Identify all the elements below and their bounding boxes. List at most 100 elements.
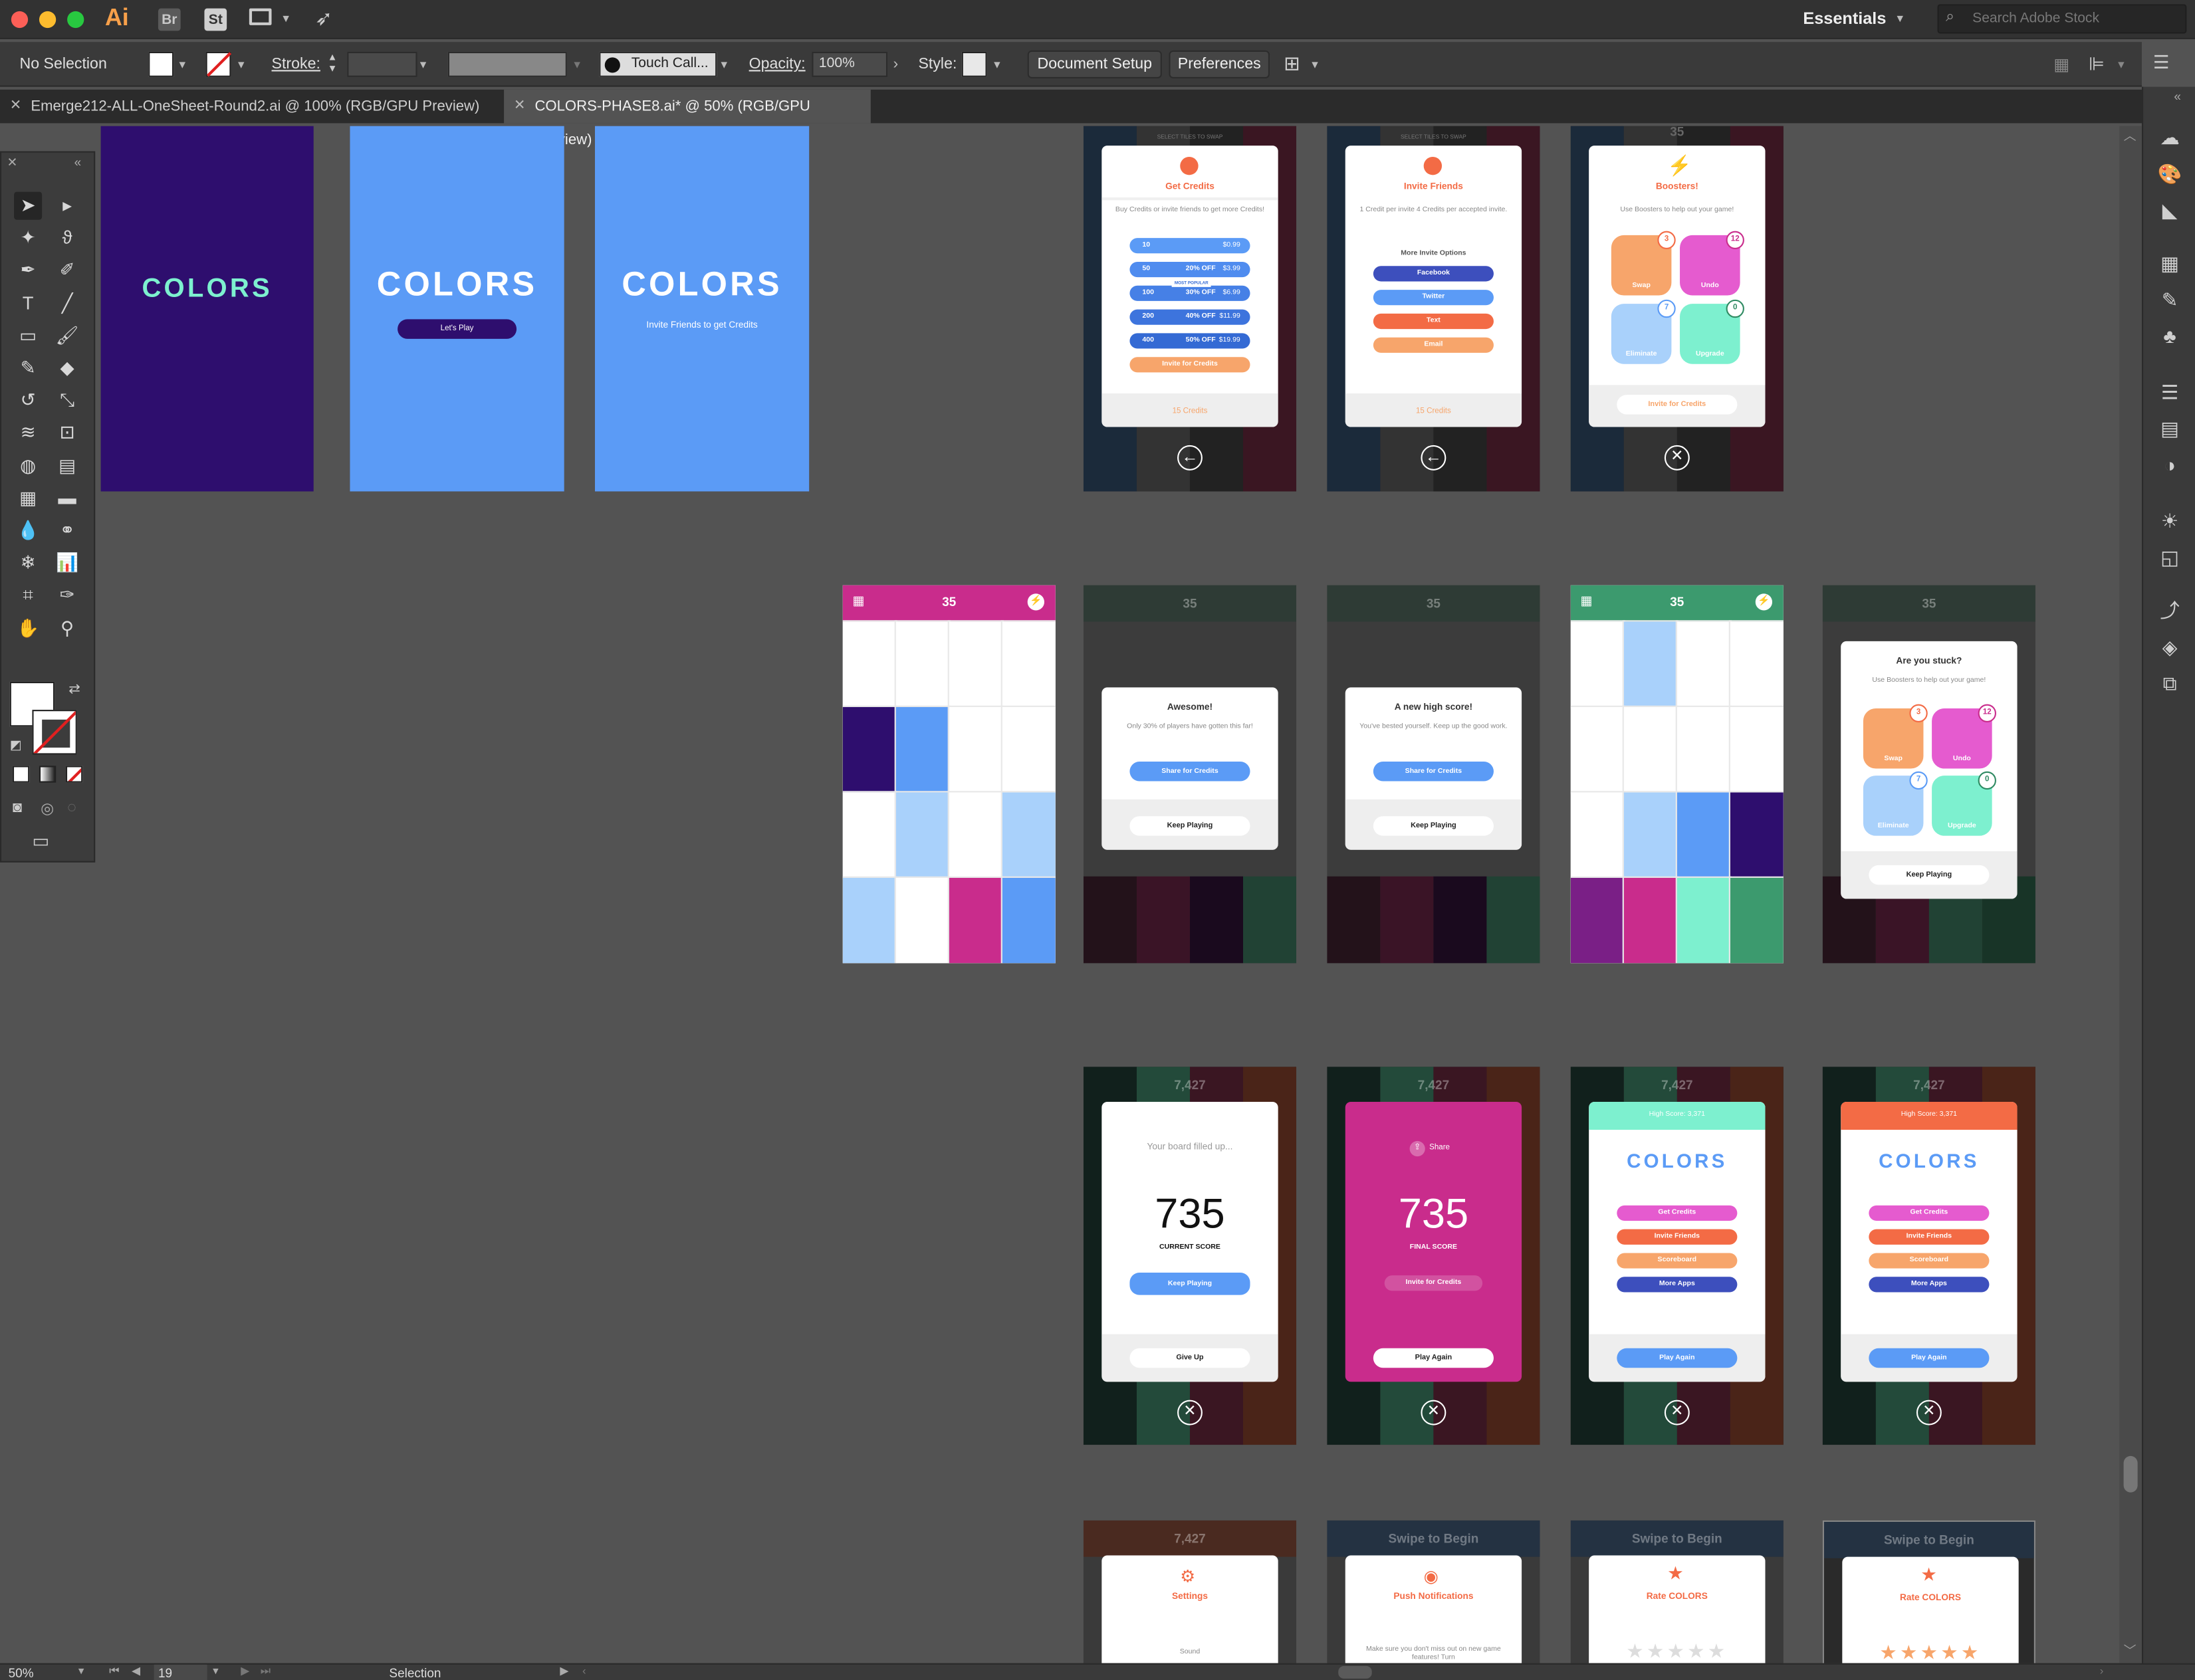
collapse-panel-icon[interactable]: « — [74, 156, 82, 169]
credit-option-row[interactable]: 10 $0.99 — [1129, 238, 1250, 254]
keep-playing-button[interactable]: Keep Playing — [1129, 816, 1250, 836]
graphic-styles-icon[interactable]: ◱ — [2156, 543, 2184, 571]
gradient-tool-icon[interactable]: ▬ — [53, 484, 81, 512]
chevron-down-icon[interactable]: ▾ — [994, 42, 1000, 86]
arrange-icon[interactable]: ⊞ — [1284, 52, 1300, 76]
board-tile[interactable] — [1675, 705, 1732, 794]
credit-option-row[interactable]: 200 40% OFF $11.99 — [1129, 309, 1250, 325]
mesh-tool-icon[interactable]: ▦ — [14, 484, 42, 512]
stroke-swatch[interactable] — [205, 51, 232, 77]
color-palette-icon[interactable]: 🎨 — [2156, 159, 2184, 187]
rectangle-tool-icon[interactable]: ▭ — [14, 322, 42, 350]
artboard-game-board-green[interactable]: ▦ 35 ⚡ — [1570, 585, 1784, 964]
board-tile[interactable] — [1570, 705, 1625, 794]
chevron-down-icon[interactable]: ▾ — [238, 42, 245, 86]
menu-more-apps[interactable]: More Apps — [1869, 1277, 1990, 1293]
credit-option-row[interactable]: 100 30% OFF $6.99 MOST POPULAR — [1129, 280, 1250, 301]
board-tile[interactable] — [1622, 705, 1678, 794]
artboard-get-credits[interactable]: SELECT TILES TO SWAP Get Credits Buy Cre… — [1083, 126, 1297, 492]
chevron-down-icon[interactable]: ▾ — [213, 1663, 218, 1680]
align-icon[interactable]: ▦ — [2053, 54, 2069, 74]
give-up-button[interactable]: Give Up — [1129, 1348, 1250, 1368]
keep-playing-button[interactable]: Keep Playing — [1869, 865, 1990, 885]
eraser-tool-icon[interactable]: ◆ — [53, 354, 81, 382]
artboard-invite-friends[interactable]: SELECT TILES TO SWAP Invite Friends 1 Cr… — [1327, 126, 1540, 492]
board-tile[interactable] — [1000, 791, 1056, 879]
artboard-rate-filled[interactable]: Swipe to Begin ★ Rate COLORS ★★★★★ — [1822, 1520, 2035, 1663]
artboard-menu-mint[interactable]: 7,427 High Score: 3,371 COLORS Get Credi… — [1570, 1067, 1784, 1445]
lasso-tool-icon[interactable]: ϑ — [53, 224, 81, 252]
gpu-performance-icon[interactable]: ➶ — [315, 5, 332, 31]
curvature-tool-icon[interactable]: ✐ — [53, 257, 81, 284]
variable-width-profile[interactable] — [447, 51, 567, 77]
email-invite-button[interactable]: Email — [1373, 337, 1494, 353]
board-tile[interactable] — [1728, 620, 1784, 708]
stroke-color-swatch[interactable] — [32, 710, 77, 755]
board-tile[interactable] — [947, 876, 1004, 964]
scroll-thumb[interactable] — [2123, 1455, 2138, 1493]
booster-swap[interactable]: 3 Swap — [1863, 704, 1928, 769]
chevron-down-icon[interactable]: ▾ — [721, 42, 728, 86]
artboard-splash-dark[interactable]: COLORS — [100, 126, 314, 492]
chevron-down-icon[interactable]: ▾ — [1312, 42, 1318, 86]
board-tile[interactable] — [1675, 620, 1732, 708]
board-tile[interactable] — [1622, 791, 1678, 879]
transparency-icon[interactable]: ◑ — [2156, 451, 2184, 478]
booster-undo[interactable]: 12 Undo — [1932, 704, 1996, 769]
close-panel-icon[interactable]: ✕ — [7, 156, 18, 171]
close-icon[interactable]: ✕ — [1664, 1400, 1690, 1425]
magic-wand-tool-icon[interactable]: ✦ — [14, 224, 42, 252]
gradient-panel-icon[interactable]: ▤ — [2156, 415, 2184, 443]
credit-option-row[interactable]: 50 20% OFF $3.99 — [1129, 261, 1250, 278]
booster-swap[interactable]: 3 Swap — [1611, 231, 1676, 296]
board-tile[interactable] — [1622, 876, 1678, 964]
layers-icon[interactable]: ◈ — [2156, 633, 2184, 661]
artboard-boosters[interactable]: 35 ⚡ Boosters! Use Boosters to help out … — [1570, 126, 1784, 492]
brushes-icon[interactable]: ✎ — [2156, 286, 2184, 314]
status-menu-icon[interactable]: ▶ — [560, 1663, 568, 1680]
none-mode-button[interactable] — [65, 766, 83, 783]
artboard-menu-orange[interactable]: 7,427 High Score: 3,371 COLORS Get Credi… — [1822, 1067, 2035, 1445]
artboard-rate-empty[interactable]: Swipe to Begin ★ Rate COLORS ★★★★★ — [1570, 1520, 1784, 1663]
screen-mode-icon[interactable]: ▭ — [32, 830, 49, 853]
chevron-down-icon[interactable]: ▾ — [78, 1663, 84, 1680]
back-arrow-icon[interactable]: ← — [1177, 445, 1203, 471]
blend-tool-icon[interactable]: ⚭ — [53, 516, 81, 544]
artboard-number-field[interactable]: 19 — [154, 1664, 207, 1680]
rating-stars[interactable]: ★★★★★ — [1842, 1641, 2018, 1663]
invite-for-credits-button[interactable]: Invite for Credits — [1617, 395, 1738, 415]
zoom-window-button[interactable] — [67, 11, 84, 29]
draw-behind-icon[interactable]: ◎ — [41, 799, 54, 817]
paintbrush-tool-icon[interactable]: 🖌 — [53, 322, 81, 350]
workspace-switcher[interactable]: Essentials — [1803, 9, 1886, 28]
menu-get-credits[interactable]: Get Credits — [1869, 1205, 1990, 1221]
booster-eliminate[interactable]: 7 Eliminate — [1863, 771, 1928, 836]
perspective-grid-tool-icon[interactable]: ▤ — [53, 452, 81, 480]
swap-colors-icon[interactable]: ⇄ — [68, 682, 80, 697]
board-tile[interactable] — [1728, 876, 1784, 964]
chevron-right-icon[interactable]: › — [893, 42, 899, 86]
shaper-tool-icon[interactable]: ✎ — [14, 354, 42, 382]
eyedropper-tool-icon[interactable]: 💧 — [14, 516, 42, 544]
hand-tool-icon[interactable]: ✋ — [14, 614, 42, 642]
share-for-credits-button[interactable]: Share for Credits — [1129, 762, 1250, 782]
board-tile[interactable] — [1000, 620, 1056, 708]
close-icon[interactable]: ✕ — [1664, 445, 1690, 471]
close-window-button[interactable] — [11, 11, 29, 29]
stock-search-field[interactable]: ⌕ Search Adobe Stock — [1937, 4, 2187, 34]
preferences-button[interactable]: Preferences — [1169, 50, 1270, 78]
free-transform-tool-icon[interactable]: ⊡ — [53, 419, 81, 447]
menu-scoreboard[interactable]: Scoreboard — [1617, 1253, 1738, 1269]
creative-cloud-icon[interactable]: ☁ — [2156, 123, 2184, 151]
board-tile[interactable] — [1728, 705, 1784, 794]
chevron-down-icon[interactable]: ▾ — [574, 42, 580, 86]
swatches-icon[interactable]: ▦ — [2156, 249, 2184, 277]
artboard-board-filled[interactable]: 7,427 Your board filled up... 735 CURREN… — [1083, 1067, 1297, 1445]
chevron-down-icon[interactable]: ▾ — [420, 42, 427, 86]
draw-inside-icon[interactable]: ◌ — [67, 799, 76, 816]
expand-panels-icon[interactable]: « — [2174, 90, 2181, 104]
scale-tool-icon[interactable]: ⤡ — [53, 387, 81, 415]
board-tile[interactable] — [842, 791, 897, 879]
share-icon[interactable]: ⇪ — [1409, 1140, 1425, 1157]
text-invite-button[interactable]: Text — [1373, 313, 1494, 330]
